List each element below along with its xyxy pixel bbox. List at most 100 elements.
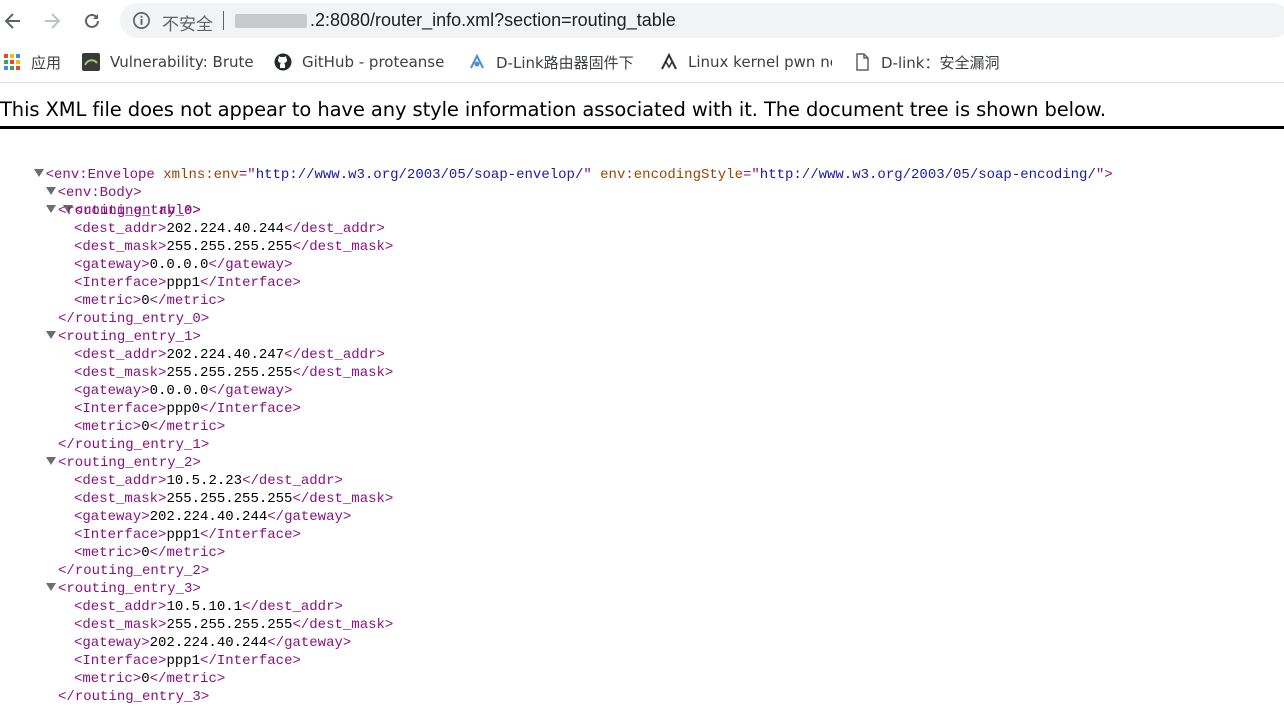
security-label[interactable]: 不安全 <box>162 10 213 35</box>
linux-icon <box>661 53 677 70</box>
field-value: ppp1 <box>166 275 201 291</box>
bookmark-dlink-vuln[interactable]: D-link：安全漏洞 <box>853 52 1053 72</box>
tag-name: dest_addr <box>300 221 377 237</box>
field-value: ppp1 <box>166 653 201 669</box>
redacted-host <box>235 14 307 28</box>
forward-button[interactable] <box>39 8 65 34</box>
tag-name: gateway <box>82 257 142 273</box>
attribute-name: xmlns:env <box>163 167 239 183</box>
field-value: 255.255.255.255 <box>166 239 293 255</box>
reload-button[interactable] <box>79 8 105 34</box>
bookmark-dvwa[interactable]: Vulnerability: Brute <box>82 52 254 72</box>
url-text[interactable]: .2:8080/router_info.xml?section=routing_… <box>310 10 676 31</box>
attribute-name: env:encodingStyle <box>600 167 743 183</box>
tag-name: dest_mask <box>82 239 159 255</box>
collapse-triangle-icon[interactable] <box>46 583 56 592</box>
tag-name: Interface <box>216 527 293 543</box>
tag-name: Interface <box>82 275 159 291</box>
tag-name: dest_mask <box>82 491 159 507</box>
tag-name: metric <box>82 293 133 309</box>
field-line-gateway: <gateway>202.224.40.244</gateway> <box>74 509 352 525</box>
field-line-gateway: <gateway>202.224.40.244</gateway> <box>74 635 352 651</box>
attribute-value: http://www.w3.org/2003/05/soap-envelop/ <box>255 167 584 183</box>
tag-name: metric <box>82 671 133 687</box>
field-line-dest-addr: <dest_addr>202.224.40.244</dest_addr> <box>74 221 385 237</box>
tag-name: metric <box>166 419 217 435</box>
field-value: 0 <box>141 545 150 561</box>
field-value: 10.5.2.23 <box>166 473 243 489</box>
field-line-dest-mask: <dest_mask>255.255.255.255</dest_mask> <box>74 491 394 507</box>
bookmark-label: D-link：安全漏洞 <box>881 53 1000 72</box>
field-value: 255.255.255.255 <box>166 617 293 633</box>
tag-name: dest_addr <box>82 347 159 363</box>
field-value: 0 <box>141 419 150 435</box>
field-value: 0 <box>141 293 150 309</box>
field-value: 0.0.0.0 <box>149 257 209 273</box>
field-line-metric: <metric>0</metric> <box>74 419 226 435</box>
routing-entry-close-line: </routing_entry_1> <box>58 437 210 453</box>
field-value: 255.255.255.255 <box>166 365 293 381</box>
tag-name: Interface <box>216 275 293 291</box>
envelope-open-line[interactable]: <env:Envelope xmlns:env="http://www.w3.o… <box>0 148 1113 183</box>
tag-name: metric <box>166 545 217 561</box>
tag-name: gateway <box>284 509 343 525</box>
body-open-line[interactable]: <env:Body> <box>12 166 142 201</box>
bookmark-github[interactable]: GitHub - proteanse <box>274 52 448 72</box>
back-button[interactable] <box>0 8 26 34</box>
routing-table-open-line[interactable]: <routing_table> <box>29 184 201 219</box>
tag-name: dest_addr <box>258 599 335 615</box>
bookmarks-bar: 应用 Vulnerability: Brute GitHub - protean… <box>0 44 1284 80</box>
field-value: 202.224.40.244 <box>149 635 268 651</box>
bookmark-label: Vulnerability: Brute <box>110 53 254 71</box>
field-line-interface: <Interface>ppp1</Interface> <box>74 527 301 543</box>
field-line-dest-addr: <dest_addr>202.224.40.247</dest_addr> <box>74 347 385 363</box>
tag-name: Interface <box>82 527 159 543</box>
field-line-metric: <metric>0</metric> <box>74 545 226 561</box>
routing-entry-close-line: </routing_entry_3> <box>58 689 210 705</box>
field-line-dest-addr: <dest_addr>10.5.2.23</dest_addr> <box>74 473 343 489</box>
collapse-triangle-icon[interactable] <box>46 205 56 214</box>
tag-name: metric <box>166 293 217 309</box>
tag-name: routing_entry_1 <box>66 329 193 345</box>
info-icon[interactable] <box>132 11 151 30</box>
tag-name: dest_addr <box>258 473 335 489</box>
tag-name: Interface <box>216 401 293 417</box>
routing-entry-open-line[interactable]: <routing_entry_0> <box>46 202 201 220</box>
back-arrow-icon <box>4 13 20 29</box>
tag-name: gateway <box>284 635 343 651</box>
collapse-triangle-icon[interactable] <box>46 457 56 466</box>
tag-name: dest_addr <box>82 221 159 237</box>
browser-toolbar: 不安全 .2:8080/router_info.xml?section=rout… <box>0 0 1284 42</box>
routing-entry-close-line: </routing_entry_2> <box>58 563 210 579</box>
separator <box>223 11 224 30</box>
field-line-metric: <metric>0</metric> <box>74 293 226 309</box>
collapse-triangle-icon[interactable] <box>46 331 56 340</box>
address-bar[interactable]: 不安全 .2:8080/router_info.xml?section=rout… <box>120 3 1284 38</box>
routing-entry-open-line[interactable]: <routing_entry_1> <box>46 328 201 346</box>
tag-name: routing_entry_2 <box>74 563 201 579</box>
routing-entry-open-line[interactable]: <routing_entry_2> <box>46 454 201 472</box>
field-line-dest-mask: <dest_mask>255.255.255.255</dest_mask> <box>74 239 394 255</box>
bookmark-label: Linux kernel pwn nc <box>688 53 832 71</box>
field-value: 202.224.40.247 <box>166 347 285 363</box>
tag-name: routing_entry_3 <box>66 581 193 597</box>
dvwa-icon <box>82 53 100 71</box>
bookmark-label: 应用 <box>31 53 62 72</box>
bookmark-linux-kernel[interactable]: Linux kernel pwn nc <box>660 52 832 72</box>
dlink-icon <box>470 53 484 69</box>
tag-name: dest_addr <box>82 473 159 489</box>
tag-name: gateway <box>82 383 142 399</box>
field-line-interface: <Interface>ppp1</Interface> <box>74 653 301 669</box>
github-icon <box>274 53 292 71</box>
field-line-interface: <Interface>ppp0</Interface> <box>74 401 301 417</box>
tag-name: dest_addr <box>82 599 159 615</box>
tag-name: routing_entry_2 <box>66 455 193 471</box>
bookmark-label: D-Link路由器固件下 <box>496 53 634 72</box>
bookmark-apps[interactable]: 应用 <box>3 52 61 72</box>
attribute-value: http://www.w3.org/2003/05/soap-encoding/ <box>759 167 1096 183</box>
bookmark-dlink-firmware[interactable]: D-Link路由器固件下 <box>468 52 640 72</box>
field-line-dest-mask: <dest_mask>255.255.255.255</dest_mask> <box>74 617 394 633</box>
field-value: 255.255.255.255 <box>166 491 293 507</box>
tag-name: dest_mask <box>309 491 385 507</box>
routing-entry-open-line[interactable]: <routing_entry_3> <box>46 580 201 598</box>
